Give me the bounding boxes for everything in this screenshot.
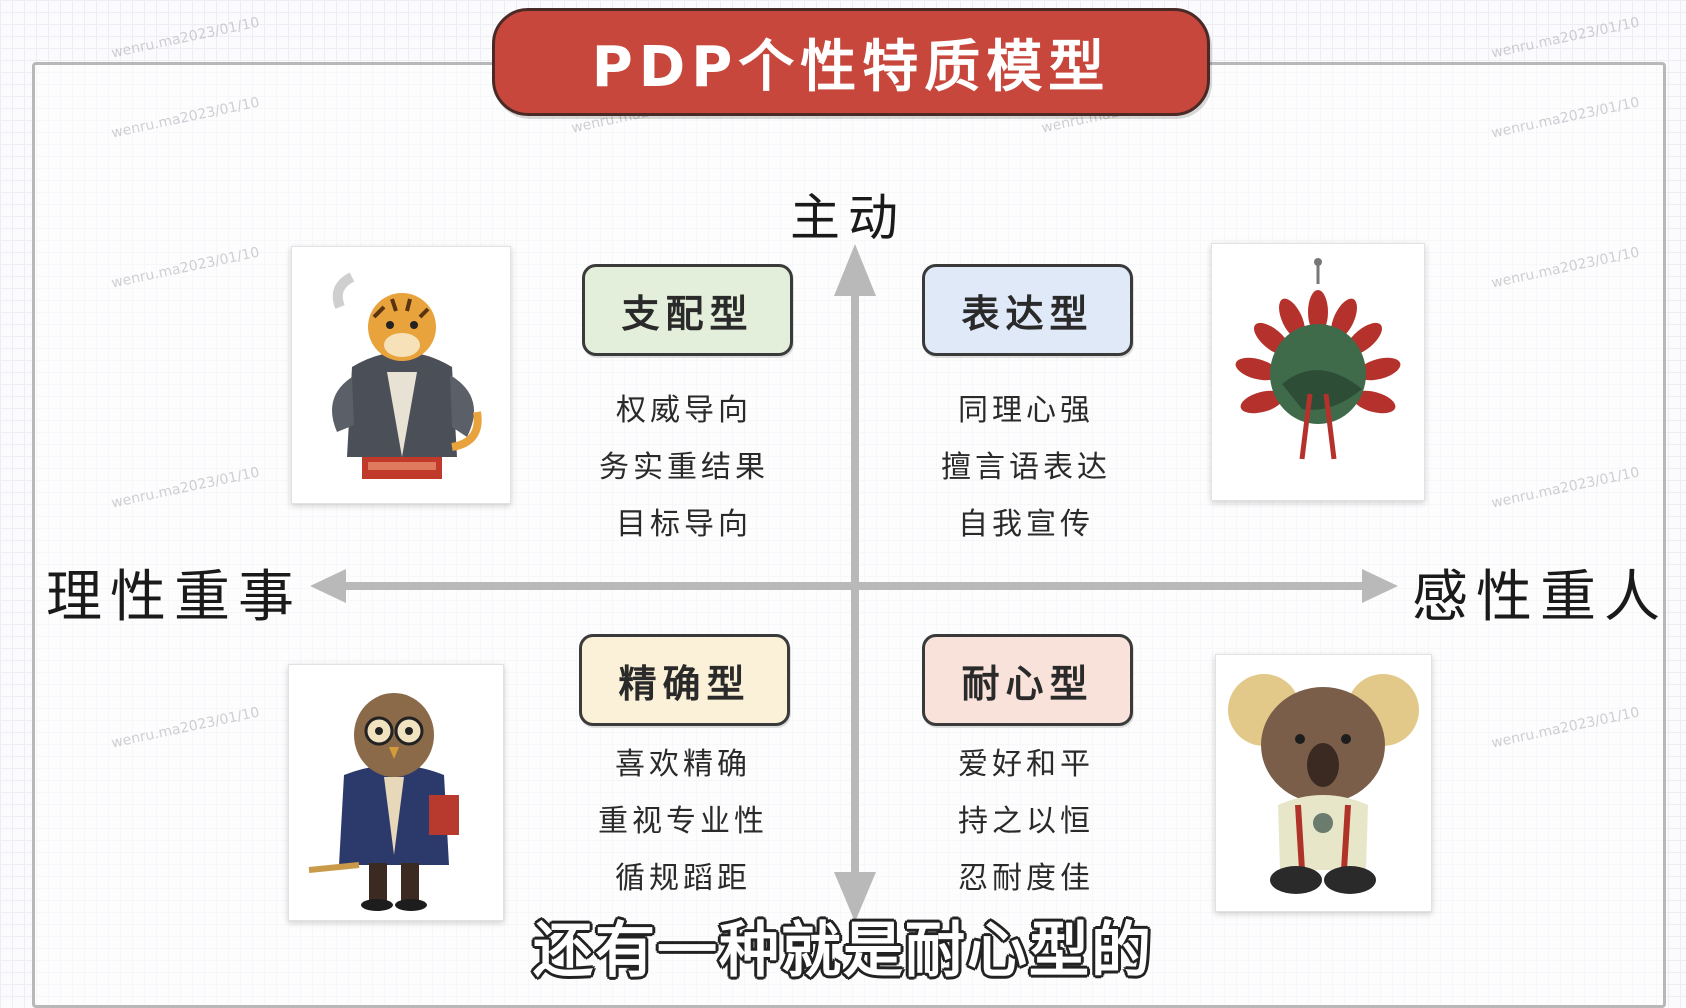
trait-item: 喜欢精确: [615, 747, 751, 782]
trait-item: 目标导向: [616, 507, 752, 542]
video-subtitle: 还有一种就是耐心型的: [533, 916, 1153, 986]
type-box-expressive: 表达型: [922, 264, 1133, 356]
trait-item: 爱好和平: [958, 747, 1094, 782]
koala-illustration: [1215, 654, 1432, 912]
trait-item: 擅言语表达: [941, 450, 1111, 485]
axes: [310, 244, 1398, 922]
trait-item: 权威导向: [616, 393, 752, 428]
type-label-expressive: 表达型: [961, 291, 1094, 336]
tiger-illustration: [291, 246, 511, 504]
koala-icon: [1228, 674, 1419, 894]
axis-label-right: 感性重人: [1412, 565, 1668, 630]
type-box-patient: 耐心型: [922, 634, 1133, 726]
type-box-precise: 精确型: [579, 634, 790, 726]
axis-label-left: 理性重事: [46, 565, 302, 630]
traits-dominant: 权威导向 务实重结果 目标导向: [564, 382, 804, 553]
left-arrowhead: [310, 569, 346, 603]
trait-item: 同理心强: [958, 393, 1094, 428]
right-arrowhead: [1362, 569, 1398, 603]
type-label-patient: 耐心型: [961, 661, 1094, 706]
up-arrowhead: [834, 244, 876, 296]
owl-illustration: [288, 664, 504, 921]
peacock-illustration: [1211, 243, 1425, 501]
type-box-dominant: 支配型: [582, 264, 793, 356]
trait-item: 务实重结果: [599, 450, 769, 485]
traits-precise: 喜欢精确 重视专业性 循规蹈距: [563, 736, 803, 907]
trait-item: 自我宣传: [958, 507, 1094, 542]
trait-item: 重视专业性: [598, 804, 768, 839]
traits-patient: 爱好和平 持之以恒 忍耐度佳: [906, 736, 1146, 907]
trait-item: 持之以恒: [958, 804, 1094, 839]
owl-icon: [308, 693, 459, 911]
type-label-precise: 精确型: [618, 661, 751, 706]
tiger-icon: [332, 272, 482, 479]
peacock-icon: [1235, 258, 1401, 460]
type-label-dominant: 支配型: [621, 291, 754, 336]
axis-label-top: 主动: [790, 189, 906, 247]
traits-expressive: 同理心强 擅言语表达 自我宣传: [906, 382, 1146, 553]
trait-item: 循规蹈距: [615, 861, 751, 896]
trait-item: 忍耐度佳: [958, 861, 1094, 896]
